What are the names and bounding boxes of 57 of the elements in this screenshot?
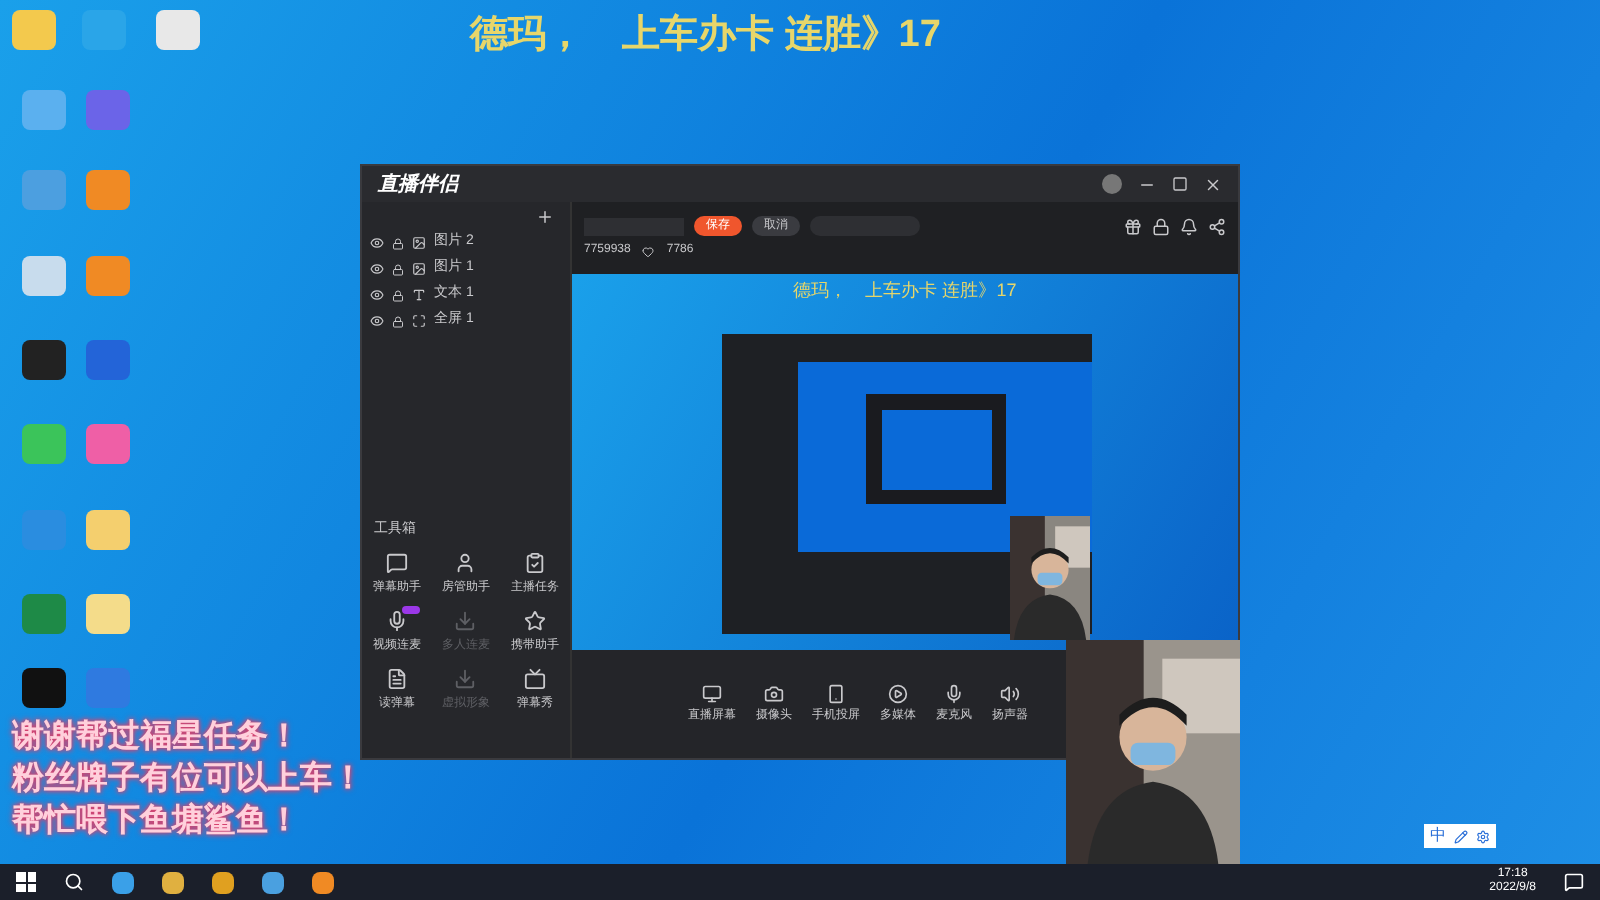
heart-icon xyxy=(642,245,655,257)
notification-icon[interactable] xyxy=(1564,872,1584,892)
taskbar-app-icon[interactable] xyxy=(312,871,334,893)
lock-icon[interactable] xyxy=(1152,217,1170,235)
preview-title: 德玛， 上车办卡 连胜》17 xyxy=(793,278,1017,304)
search-icon[interactable] xyxy=(64,872,84,892)
windows-start-icon[interactable] xyxy=(16,872,36,892)
eye-icon[interactable] xyxy=(370,314,384,328)
new-badge xyxy=(401,606,420,614)
source-icon xyxy=(702,683,722,703)
lock-icon[interactable] xyxy=(392,289,404,301)
maximize-icon[interactable] xyxy=(1172,176,1188,192)
taskbar-app-icon[interactable] xyxy=(212,871,234,893)
eye-icon[interactable] xyxy=(370,288,384,302)
layer-type-icon xyxy=(412,288,426,302)
lock-icon[interactable] xyxy=(392,315,404,327)
lock-icon[interactable] xyxy=(392,237,404,249)
pen-icon[interactable] xyxy=(1454,829,1468,843)
layer-type-icon xyxy=(412,314,426,328)
bell-icon[interactable] xyxy=(1180,217,1198,235)
tool-icon xyxy=(524,668,547,690)
tool-icon xyxy=(385,552,408,574)
close-icon[interactable] xyxy=(1204,175,1222,193)
lock-icon[interactable] xyxy=(392,263,404,275)
stream-title-overlay: 德玛， 上车办卡 连胜》17 xyxy=(470,11,941,60)
source-icon xyxy=(888,683,908,703)
desktop-icon[interactable] xyxy=(86,594,130,634)
tool-icon xyxy=(454,668,477,690)
taskbar-app-icon[interactable] xyxy=(112,871,134,893)
taskbar-app-icon[interactable] xyxy=(262,871,284,893)
tool-icon xyxy=(385,668,408,690)
tool-icon xyxy=(524,552,547,574)
layer-type-icon xyxy=(412,236,426,250)
add-icon[interactable] xyxy=(536,207,554,225)
caption-line: 谢谢帮过福星任务！ xyxy=(12,716,302,758)
eye-icon[interactable] xyxy=(370,262,384,276)
caption-line: 粉丝牌子有位可以上车！ xyxy=(12,758,364,800)
tool-icon xyxy=(454,552,477,574)
layer-type-icon xyxy=(412,262,426,276)
eye-icon[interactable] xyxy=(370,236,384,250)
source-icon xyxy=(826,683,846,703)
source-icon xyxy=(944,683,964,703)
tool-icon xyxy=(524,610,547,632)
settings-icon[interactable] xyxy=(1476,829,1490,843)
gift-icon[interactable] xyxy=(1124,217,1142,235)
tool-icon xyxy=(454,610,477,632)
app-logo: 直播伴侣 xyxy=(378,171,458,199)
caption-line: 帮忙喂下鱼塘鲨鱼！ xyxy=(12,800,302,842)
tool-icon xyxy=(385,610,408,632)
source-icon xyxy=(1000,683,1020,703)
avatar-icon[interactable] xyxy=(1102,174,1122,194)
ime-mode[interactable]: 中 xyxy=(1430,824,1446,848)
taskbar-app-icon[interactable] xyxy=(162,871,184,893)
desktop-icon[interactable] xyxy=(22,340,66,380)
share-icon[interactable] xyxy=(1208,217,1226,235)
desktop-icon[interactable] xyxy=(22,668,66,708)
source-icon xyxy=(764,683,784,703)
